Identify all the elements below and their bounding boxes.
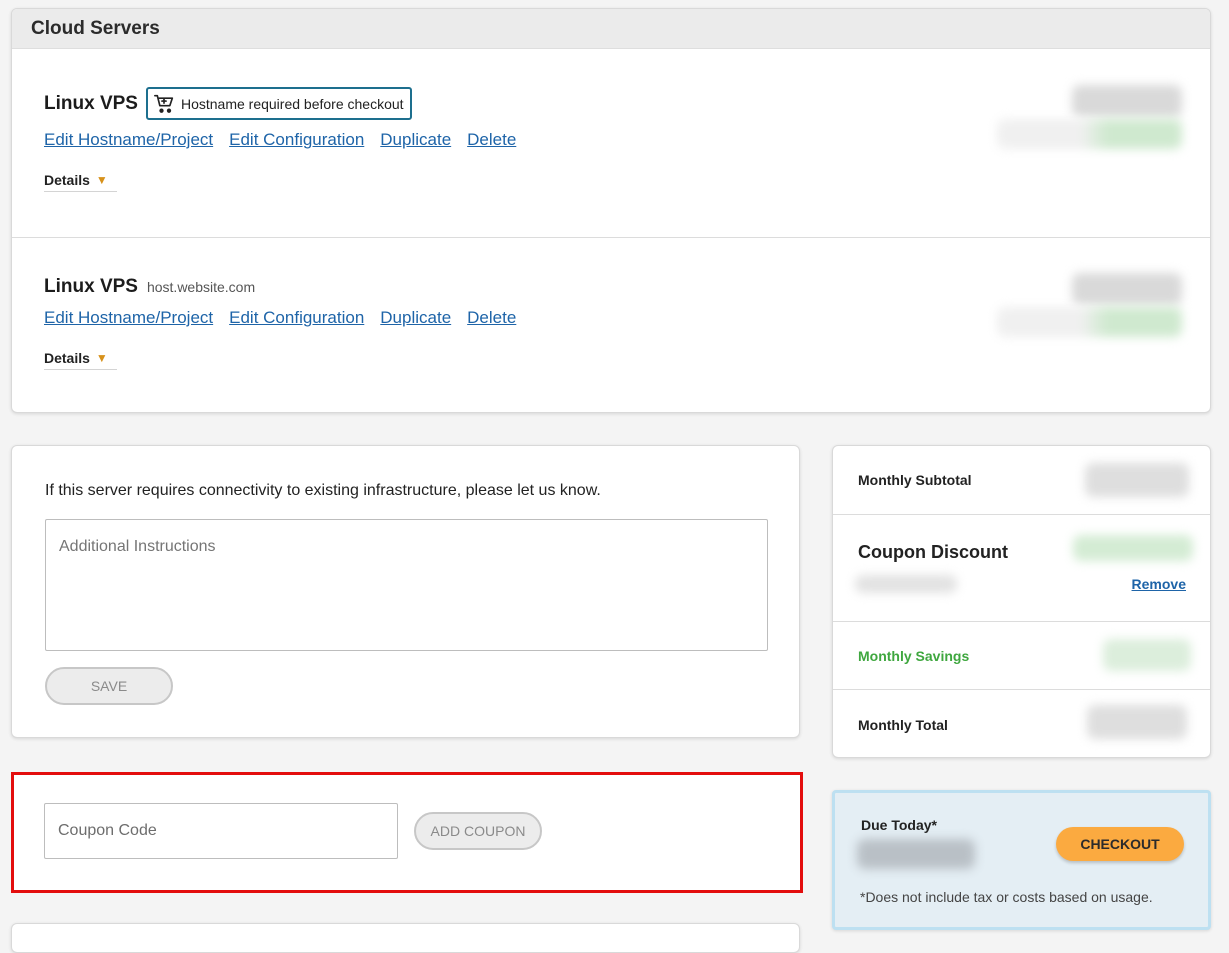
blurred-price [1072,273,1182,305]
blurred-due-amount [857,839,975,869]
checkout-button[interactable]: CHECKOUT [1056,827,1184,861]
panel-title: Cloud Servers [12,9,1210,49]
blurred-discount [1073,535,1193,561]
server-actions: Edit Hostname/Project Edit Configuration… [44,308,516,328]
edit-configuration-link[interactable]: Edit Configuration [229,130,364,150]
chevron-down-icon: ▼ [95,351,108,365]
delete-link[interactable]: Delete [467,308,516,328]
server-name: Linux VPS [44,92,138,114]
hostname-required-badge: Hostname required before checkout [145,87,412,120]
coupon-code-input[interactable]: Coupon Code [44,803,398,859]
cloud-servers-panel: Cloud Servers Linux VPS Hostname require… [11,8,1211,413]
details-label: Details [44,172,90,188]
server-actions: Edit Hostname/Project Edit Configuration… [44,130,516,150]
details-label: Details [44,350,90,366]
details-toggle[interactable]: Details ▼ [44,350,117,370]
coupon-discount-label: Coupon Discount [858,542,1008,562]
blurred-price-savings [997,119,1182,149]
blurred-coupon-code [855,575,957,593]
due-today-label: Due Today* [861,817,937,833]
blurred-total [1087,705,1187,739]
edit-hostname-link[interactable]: Edit Hostname/Project [44,130,213,150]
monthly-total-row: Monthly Total [833,690,1210,757]
blurred-price-savings [997,307,1182,337]
hostname-badge-text: Hostname required before checkout [180,95,404,112]
coupon-panel: Coupon Code ADD COUPON [11,772,803,893]
delete-link[interactable]: Delete [467,130,516,150]
remove-coupon-link[interactable]: Remove [1132,576,1186,592]
monthly-savings-label: Monthly Savings [858,648,970,664]
edit-configuration-link[interactable]: Edit Configuration [229,308,364,328]
add-coupon-button[interactable]: ADD COUPON [414,812,542,850]
order-summary-panel: Monthly Subtotal Coupon Discount Remove … [832,445,1211,758]
blurred-savings [1103,639,1191,671]
blurred-price [1072,85,1182,117]
chevron-down-icon: ▼ [95,173,108,187]
server-name: Linux VPS [44,276,138,297]
save-button[interactable]: SAVE [45,667,173,705]
monthly-subtotal-label: Monthly Subtotal [858,472,972,488]
edit-hostname-link[interactable]: Edit Hostname/Project [44,308,213,328]
tax-note: *Does not include tax or costs based on … [860,889,1153,905]
blurred-subtotal [1085,463,1189,497]
instructions-panel: If this server requires connectivity to … [11,445,800,738]
monthly-total-label: Monthly Total [858,717,948,733]
next-panel [11,923,800,953]
coupon-discount-row: Coupon Discount Remove [833,515,1210,622]
server-hostname: host.website.com [146,279,256,295]
server-item: Linux VPS Hostname required before check… [12,49,1210,237]
duplicate-link[interactable]: Duplicate [380,308,451,328]
additional-instructions-textarea[interactable] [45,519,768,651]
monthly-savings-row: Monthly Savings [833,622,1210,690]
instructions-prompt: If this server requires connectivity to … [45,482,601,499]
duplicate-link[interactable]: Duplicate [380,130,451,150]
details-toggle[interactable]: Details ▼ [44,172,117,192]
monthly-subtotal-row: Monthly Subtotal [833,446,1210,515]
due-today-panel: Due Today* CHECKOUT *Does not include ta… [832,790,1211,930]
cart-icon [153,94,174,113]
server-item: Linux VPS host.website.com Edit Hostname… [12,237,1210,412]
